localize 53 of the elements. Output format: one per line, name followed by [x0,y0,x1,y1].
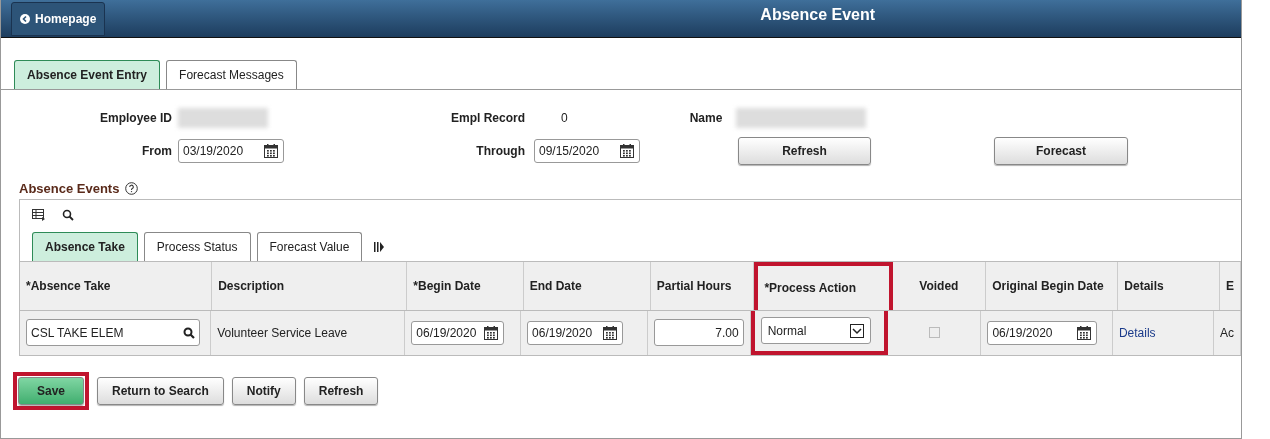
button[interactable]: Save [18,376,85,405]
column-header: *Absence Take [20,261,213,310]
calendar-icon[interactable] [602,324,619,341]
field-label: Name [689,110,723,127]
column-header: Voided [892,261,987,310]
show-all-columns-icon[interactable] [374,241,385,252]
partial-hours-field[interactable]: 7.00 [653,319,744,346]
calendar-icon[interactable] [619,143,635,159]
button[interactable]: Forecast [994,137,1128,165]
description-text: Volunteer Service Leave [217,324,348,342]
field-label: Through [475,143,526,160]
button[interactable]: Return to Search [97,376,224,405]
tab[interactable]: Process Status [143,231,251,261]
field-label: Empl Record [450,110,526,127]
button[interactable]: Refresh [303,376,379,405]
voided-checkbox[interactable] [928,327,940,338]
tab[interactable]: Forecast Messages [166,60,297,89]
tab[interactable]: Absence Event Entry [14,60,161,89]
column-header: E [1219,261,1241,310]
process-action-dropdown[interactable]: Normal [760,317,871,344]
column-header: Details [1118,261,1220,310]
button[interactable]: Refresh [738,137,871,165]
button[interactable]: Notify [231,376,296,405]
absence-take-field[interactable]: CSL TAKE ELEM [26,319,200,346]
table-cell-text: Ac [1220,324,1234,342]
tab[interactable]: Forecast Value [256,231,363,261]
column-header: End Date [523,261,651,310]
search-icon[interactable] [183,326,195,339]
column-header: *Begin Date [407,261,524,310]
homepage-button[interactable]: Homepage [11,1,106,36]
date-field[interactable]: 06/19/2020 [527,320,624,345]
date-field[interactable]: 06/19/2020 [411,320,505,345]
chevron-left-icon[interactable] [20,13,30,24]
date-field[interactable]: 03/19/2020 [178,139,284,163]
field-value: 0 [561,110,568,127]
date-field[interactable]: 09/15/2020 [534,139,640,163]
column-header: Original Begin Date [986,261,1119,310]
details-link[interactable]: Details [1118,323,1156,342]
grid-icon[interactable] [32,208,46,221]
tab[interactable]: Absence Take [32,231,138,261]
section-title: Absence Events [19,180,120,198]
column-header: Partial Hours [650,261,755,310]
help-icon[interactable] [125,182,139,196]
column-header: Description [212,261,408,310]
calendar-icon[interactable] [1076,324,1093,341]
search-icon[interactable] [62,208,74,221]
field-label: Employee ID [98,110,173,127]
page-title: Absence Event [760,4,876,25]
chevron-down-icon[interactable] [849,323,864,338]
date-field[interactable]: 06/19/2020 [987,320,1098,345]
calendar-icon[interactable] [483,324,500,341]
field-label: From [141,143,173,160]
calendar-icon[interactable] [263,143,279,159]
